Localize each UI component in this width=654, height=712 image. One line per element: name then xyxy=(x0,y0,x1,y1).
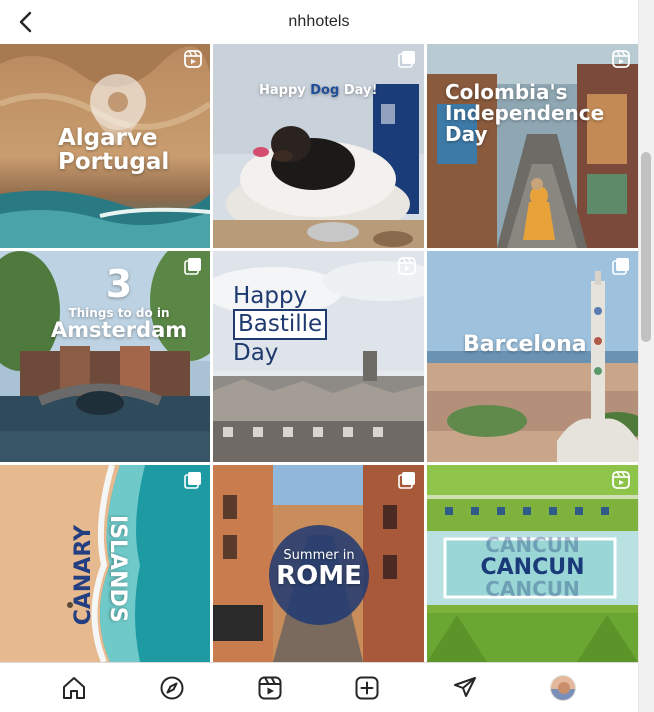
post-tile-rome[interactable]: Summer in ROME xyxy=(213,465,424,662)
carousel-icon xyxy=(184,472,201,489)
post-tile-dog-day[interactable]: Happy Dog Day! xyxy=(213,44,424,248)
post-tile-colombia[interactable]: Colombia's Independence Day xyxy=(427,44,638,248)
carousel-icon xyxy=(612,258,629,275)
post-caption: Colombia's Independence Day xyxy=(445,80,605,146)
post-caption: CANCUN CANCUN CANCUN xyxy=(480,533,585,602)
post-caption: Algarve Portugal xyxy=(58,125,170,176)
new-post-icon xyxy=(355,676,379,700)
nav-reels[interactable] xyxy=(257,675,283,701)
nav-home[interactable] xyxy=(61,675,87,701)
nav-direct[interactable] xyxy=(452,675,478,701)
post-caption: Happy Dog Day! xyxy=(259,83,378,98)
post-caption-2: ISLANDS xyxy=(105,515,131,623)
explore-compass-icon xyxy=(160,676,184,700)
home-icon xyxy=(63,677,85,699)
reels-icon xyxy=(184,50,202,68)
nav-new-post[interactable] xyxy=(354,675,380,701)
post-tile-amsterdam[interactable]: 3 Things to do in Amsterdam xyxy=(0,251,210,462)
post-tile-algarve[interactable]: Algarve Portugal xyxy=(0,44,210,248)
back-button[interactable] xyxy=(14,10,38,34)
colombia-photo xyxy=(427,44,638,248)
carousel-icon xyxy=(398,51,415,68)
profile-avatar[interactable] xyxy=(550,675,576,701)
scrollbar-track[interactable] xyxy=(638,0,654,712)
direct-messages-icon xyxy=(454,677,476,697)
post-caption: Summer in ROME xyxy=(276,548,362,591)
chevron-left-icon xyxy=(19,11,32,33)
carousel-icon xyxy=(398,472,415,489)
post-caption: CANARY xyxy=(71,525,96,626)
post-caption: Happy Bastille Day xyxy=(233,283,328,366)
top-bar: nhhotels xyxy=(0,0,638,44)
post-tile-barcelona[interactable]: Barcelona xyxy=(427,251,638,462)
carousel-icon xyxy=(184,258,201,275)
post-tile-bastille[interactable]: Happy Bastille Day xyxy=(213,251,424,462)
reels-icon xyxy=(612,50,630,68)
avatar-image xyxy=(551,676,575,700)
dog-photo xyxy=(213,44,424,248)
profile-username-title: nhhotels xyxy=(288,13,350,30)
post-caption: 3 Things to do in Amsterdam xyxy=(50,262,188,343)
post-caption: Barcelona xyxy=(463,332,587,357)
post-tile-cancun[interactable]: CANCUN CANCUN CANCUN xyxy=(427,465,638,662)
bottom-navigation xyxy=(0,662,638,712)
reels-icon xyxy=(398,257,416,275)
scrollbar-thumb[interactable] xyxy=(641,152,651,342)
reels-icon xyxy=(258,676,282,700)
instagram-profile-grid-screen: nhhotels Algarve Portugal Happy Dog Day!… xyxy=(0,0,654,712)
nav-explore[interactable] xyxy=(159,675,185,701)
post-tile-canary[interactable]: CANARY ISLANDS xyxy=(0,465,210,662)
reels-icon xyxy=(612,471,630,489)
